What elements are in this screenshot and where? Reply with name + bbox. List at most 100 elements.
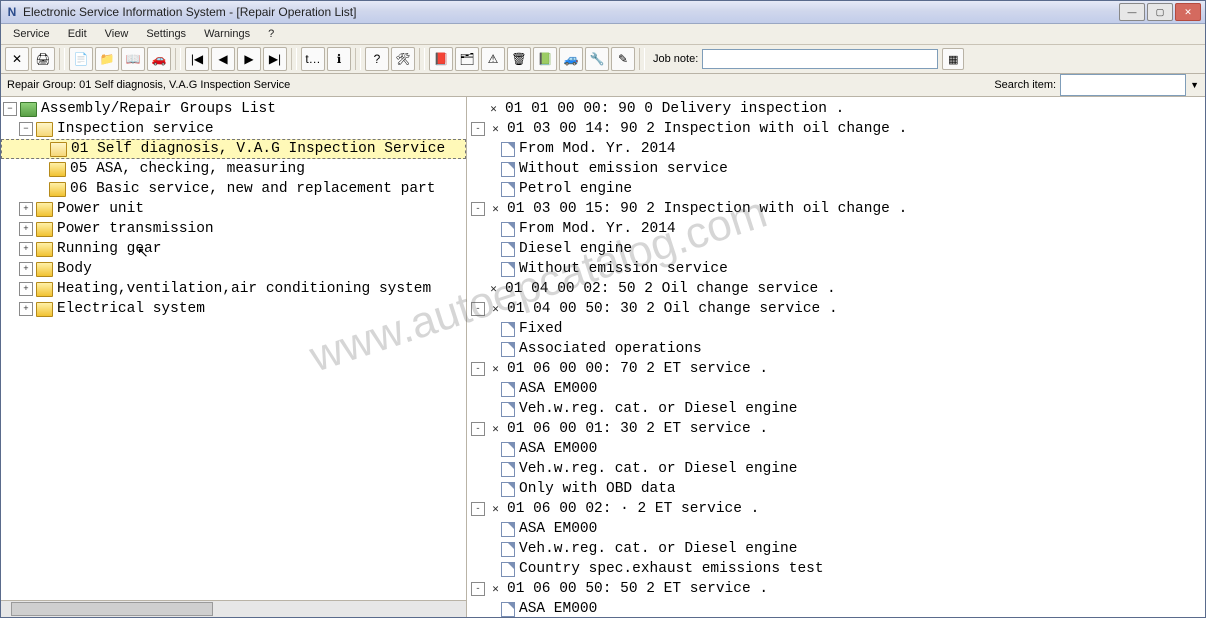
- operation-label: 01 03 00 14: 90 2 Inspection with oil ch…: [507, 121, 907, 137]
- tree-item-asa-checking[interactable]: 05 ASA, checking, measuring: [1, 159, 466, 179]
- tree-label: Power transmission: [57, 221, 214, 237]
- menu-service[interactable]: Service: [5, 26, 58, 42]
- expander-icon[interactable]: -: [471, 362, 485, 376]
- operation-subrow[interactable]: ASA EM000: [467, 379, 1205, 399]
- tree-label: Body: [57, 261, 92, 277]
- operation-subrow[interactable]: From Mod. Yr. 2014: [467, 219, 1205, 239]
- expander-icon[interactable]: -: [471, 202, 485, 216]
- expander-icon[interactable]: +: [19, 222, 33, 236]
- folder-icon: [36, 282, 53, 297]
- operation-row[interactable]: -✕01 04 00 50: 30 2 Oil change service .: [467, 299, 1205, 319]
- toolbar-button-19[interactable]: 🚙: [559, 47, 583, 71]
- expander-icon[interactable]: +: [19, 262, 33, 276]
- expander-icon[interactable]: +: [19, 242, 33, 256]
- operation-subrow[interactable]: Petrol engine: [467, 179, 1205, 199]
- toolbar-button-15[interactable]: 🗂: [455, 47, 479, 71]
- page-icon: [501, 482, 515, 497]
- operation-subrow[interactable]: Diesel engine: [467, 239, 1205, 259]
- search-input[interactable]: [1060, 74, 1186, 96]
- operation-subrow[interactable]: Veh.w.reg. cat. or Diesel engine: [467, 459, 1205, 479]
- operation-subrow[interactable]: ASA EM000: [467, 519, 1205, 539]
- toolbar-button-8[interactable]: ▶: [237, 47, 261, 71]
- menu-settings[interactable]: Settings: [138, 26, 194, 42]
- operation-subrow[interactable]: ASA EM000: [467, 439, 1205, 459]
- toolbar-button-16[interactable]: ⚠: [481, 47, 505, 71]
- menu-view[interactable]: View: [97, 26, 137, 42]
- expander-icon[interactable]: +: [19, 282, 33, 296]
- folder-icon: [36, 262, 53, 277]
- expander-icon[interactable]: -: [471, 582, 485, 596]
- operation-row[interactable]: ✕01 04 00 02: 50 2 Oil change service .: [467, 279, 1205, 299]
- infobar: Repair Group: 01 Self diagnosis, V.A.G I…: [1, 74, 1205, 97]
- operation-subrow[interactable]: Associated operations: [467, 339, 1205, 359]
- tree-item[interactable]: + Body: [1, 259, 466, 279]
- operation-sublabel: ASA EM000: [519, 601, 597, 617]
- expander-icon[interactable]: -: [471, 502, 485, 516]
- toolbar-button-10[interactable]: t…: [301, 47, 325, 71]
- toolbar-button-5[interactable]: 🚗: [147, 47, 171, 71]
- tree-item[interactable]: +Electrical system: [1, 299, 466, 319]
- toolbar-button-1[interactable]: 🖨: [31, 47, 55, 71]
- jobnote-picker-button[interactable]: ▦: [942, 48, 964, 70]
- toolbar-button-6[interactable]: |◀: [185, 47, 209, 71]
- tree-item[interactable]: + Power transmission: [1, 219, 466, 239]
- menu-edit[interactable]: Edit: [60, 26, 95, 42]
- expander-icon[interactable]: +: [19, 302, 33, 316]
- tree-item[interactable]: +Power unit: [1, 199, 466, 219]
- tree-root[interactable]: − Assembly/Repair Groups List: [1, 99, 466, 119]
- operation-row[interactable]: -✕01 03 00 15: 90 2 Inspection with oil …: [467, 199, 1205, 219]
- operation-subrow[interactable]: Veh.w.reg. cat. or Diesel engine: [467, 539, 1205, 559]
- operation-sublabel: Country spec.exhaust emissions test: [519, 561, 824, 577]
- operation-subrow[interactable]: Without emission service: [467, 259, 1205, 279]
- toolbar-button-17[interactable]: 🗑: [507, 47, 531, 71]
- tree-inspection-service[interactable]: − Inspection service: [1, 119, 466, 139]
- toolbar-button-14[interactable]: 📕: [429, 47, 453, 71]
- operation-row[interactable]: -✕01 03 00 14: 90 2 Inspection with oil …: [467, 119, 1205, 139]
- toolbar-button-9[interactable]: ▶|: [263, 47, 287, 71]
- expander-icon[interactable]: -: [471, 122, 485, 136]
- operation-row[interactable]: -✕01 06 00 00: 70 2 ET service .: [467, 359, 1205, 379]
- expander-icon[interactable]: -: [471, 302, 485, 316]
- tree-item[interactable]: +Heating,ventilation,air conditioning sy…: [1, 279, 466, 299]
- search-dropdown-button[interactable]: ▼: [1190, 80, 1199, 90]
- window-title: Electronic Service Information System - …: [23, 5, 356, 19]
- toolbar-button-0[interactable]: ✕: [5, 47, 29, 71]
- operation-subrow[interactable]: Fixed: [467, 319, 1205, 339]
- toolbar-button-2[interactable]: 📄: [69, 47, 93, 71]
- toolbar-button-20[interactable]: 🔧: [585, 47, 609, 71]
- operation-subrow[interactable]: Country spec.exhaust emissions test: [467, 559, 1205, 579]
- operation-row[interactable]: -✕01 06 00 50: 50 2 ET service .: [467, 579, 1205, 599]
- toolbar-button-21[interactable]: ✎: [611, 47, 635, 71]
- expander-icon[interactable]: -: [471, 422, 485, 436]
- close-button[interactable]: ✕: [1175, 3, 1201, 21]
- menu-help[interactable]: ?: [260, 26, 282, 42]
- operation-subrow[interactable]: Veh.w.reg. cat. or Diesel engine: [467, 399, 1205, 419]
- toolbar-button-7[interactable]: ◀: [211, 47, 235, 71]
- operation-row[interactable]: -✕01 06 00 02: · 2 ET service .: [467, 499, 1205, 519]
- toolbar-button-3[interactable]: 📁: [95, 47, 119, 71]
- tree-item-basic-service[interactable]: 06 Basic service, new and replacement pa…: [1, 179, 466, 199]
- maximize-button[interactable]: ▢: [1147, 3, 1173, 21]
- operation-row[interactable]: ✕01 01 00 00: 90 0 Delivery inspection .: [467, 99, 1205, 119]
- operation-subrow[interactable]: Without emission service: [467, 159, 1205, 179]
- expander-icon[interactable]: −: [19, 122, 33, 136]
- tree-label: Running gear: [57, 241, 161, 257]
- expander-icon[interactable]: +: [19, 202, 33, 216]
- operation-subrow[interactable]: From Mod. Yr. 2014: [467, 139, 1205, 159]
- toolbar-button-11[interactable]: ℹ: [327, 47, 351, 71]
- operation-subrow[interactable]: ASA EM000: [467, 599, 1205, 617]
- tree-item-self-diagnosis[interactable]: 01 Self diagnosis, V.A.G Inspection Serv…: [1, 139, 466, 159]
- tree-item[interactable]: + Running gear: [1, 239, 466, 259]
- toolbar-button-13[interactable]: 🛠: [391, 47, 415, 71]
- operation-row[interactable]: -✕01 06 00 01: 30 2 ET service .: [467, 419, 1205, 439]
- menu-warnings[interactable]: Warnings: [196, 26, 258, 42]
- folder-icon: [49, 182, 66, 197]
- toolbar-button-18[interactable]: 📗: [533, 47, 557, 71]
- toolbar-button-4[interactable]: 📖: [121, 47, 145, 71]
- operation-subrow[interactable]: Only with OBD data: [467, 479, 1205, 499]
- expander-icon[interactable]: −: [3, 102, 17, 116]
- minimize-button[interactable]: —: [1119, 3, 1145, 21]
- left-horizontal-scrollbar[interactable]: [1, 600, 466, 617]
- jobnote-input[interactable]: [702, 49, 938, 69]
- toolbar-button-12[interactable]: ?: [365, 47, 389, 71]
